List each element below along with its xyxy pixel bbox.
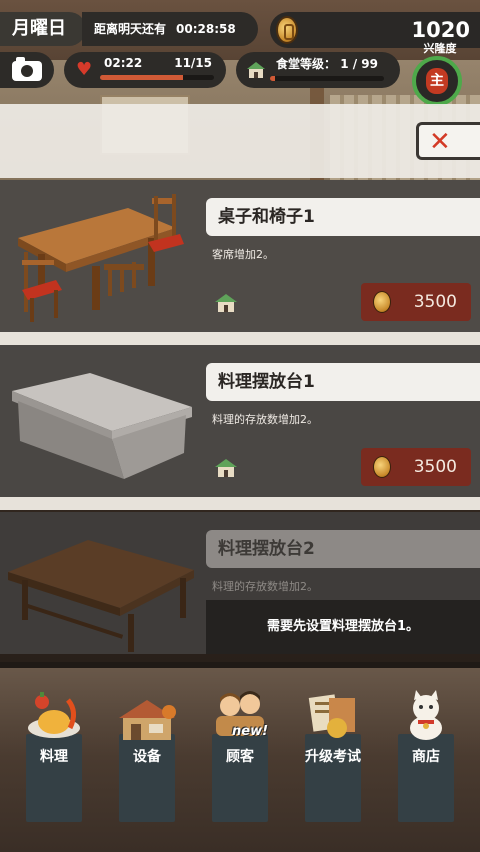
status-hud: ♥ 02:22 11/15 食堂等级： 1 / 99 兴隆度 主 (0, 42, 480, 106)
nav-label: 顾客 (226, 749, 254, 765)
stamina-timer: 02:22 (104, 56, 143, 70)
house-icon (247, 62, 265, 78)
restaurant-level: 食堂等级： 1 / 99 (236, 52, 400, 88)
lantern-icon: 主 (426, 68, 448, 94)
close-icon: ✕ (429, 127, 451, 157)
stamina-count: 11/15 (174, 56, 212, 70)
exam-icon (308, 694, 355, 738)
item-name: 桌子和椅子1 (206, 198, 480, 236)
item-description: 客席增加2。 (212, 248, 274, 261)
camera-icon (12, 57, 42, 81)
coin-icon (276, 16, 298, 44)
shop-item-table-chairs: 桌子和椅子1 客席增加2。 3500 (0, 180, 480, 332)
level-value: 1 / 99 (340, 57, 378, 71)
new-badge: new! (232, 724, 269, 739)
item-name: 料理摆放台1 (206, 363, 480, 401)
nav-label: 升级考试 (305, 749, 361, 765)
house-icon (215, 459, 237, 477)
buy-button[interactable]: 3500 (361, 448, 471, 486)
level-text: 食堂等级： 1 / 99 (276, 55, 378, 72)
prosperity-gauge[interactable]: 兴隆度 主 (406, 42, 472, 112)
item-description: 料理的存放数增加2。 (212, 413, 318, 426)
shop-item-counter-2: 料理摆放台2 料理的存放数增加2。 需要先设置料理摆放台1。 (0, 512, 480, 654)
shop-item-counter-1: 料理摆放台1 料理的存放数增加2。 3500 (0, 345, 480, 497)
nav-upgrade-exam[interactable]: 升级考试 (305, 688, 361, 822)
buy-button[interactable]: 3500 (361, 283, 471, 321)
heart-icon: ♥ (76, 59, 93, 80)
item-divider (0, 497, 480, 510)
house-icon (215, 294, 237, 312)
nav-label: 商店 (412, 749, 440, 765)
top-hud: 月曜日 距离明天还有 00:28:58 1020 (0, 8, 480, 48)
countdown-label: 距离明天还有 (94, 22, 167, 36)
stamina-progress (100, 75, 214, 80)
shop-icon (410, 690, 442, 740)
item-price: 3500 (413, 292, 457, 312)
countdown-time: 00:28:58 (176, 22, 236, 36)
nav-equipment[interactable]: 设备 (119, 688, 176, 822)
item-divider (0, 332, 480, 345)
weekday-label: 月曜日 (0, 12, 86, 46)
item-name: 料理摆放台2 (206, 530, 480, 568)
prosperity-label: 兴隆度 (423, 42, 457, 55)
stamina-meter: ♥ 02:22 11/15 (64, 52, 226, 88)
item-description: 料理的存放数增加2。 (212, 580, 318, 593)
nav-shop[interactable]: 商店 (398, 688, 454, 822)
item-price: 3500 (413, 457, 457, 477)
counter-2-image (8, 540, 194, 652)
table-chairs-image (18, 194, 184, 322)
stamina-progress-fill (100, 75, 184, 80)
level-progress (270, 76, 384, 81)
coin-icon (373, 456, 391, 478)
nav-label: 设备 (133, 749, 161, 765)
counter-1-image (12, 373, 192, 479)
day-countdown: 距离明天还有 00:28:58 (82, 12, 258, 46)
equipment-icon (119, 700, 176, 740)
nav-cooking[interactable]: 料理 (26, 688, 82, 822)
shop-panel-header (0, 104, 480, 178)
prosperity-ring: 主 (412, 56, 462, 106)
camera-button[interactable] (0, 52, 54, 88)
locked-requirement: 需要先设置料理摆放台1。 (206, 600, 480, 654)
level-label: 食堂等级： (276, 57, 337, 71)
nav-label: 料理 (40, 749, 68, 765)
coin-icon (373, 291, 391, 313)
close-button[interactable]: ✕ (416, 122, 480, 160)
nav-customers[interactable]: new! 顾客 (212, 688, 268, 822)
cooking-icon (28, 692, 80, 738)
level-progress-fill (270, 76, 275, 81)
